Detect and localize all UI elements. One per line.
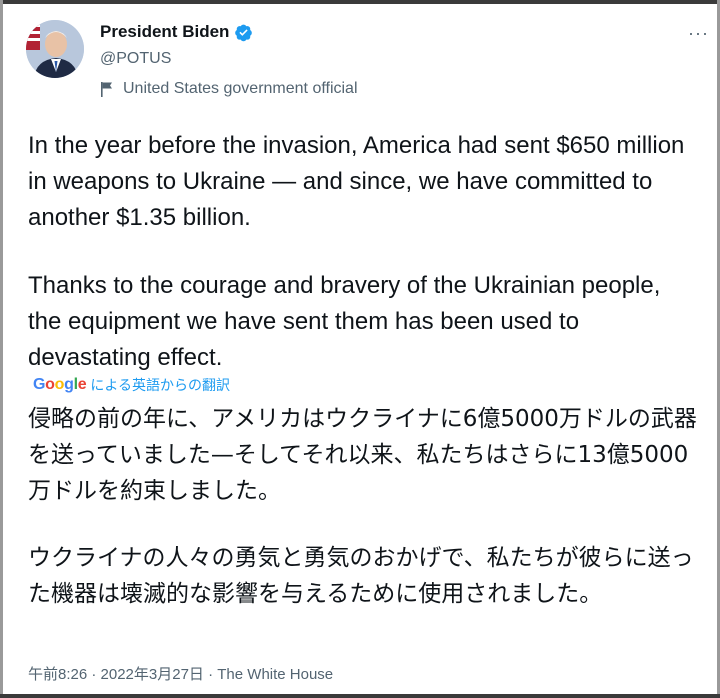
window-frame-left: [0, 0, 3, 698]
more-options-button[interactable]: ···: [688, 24, 709, 42]
avatar[interactable]: [26, 20, 84, 78]
verified-badge-icon: [234, 23, 253, 42]
government-label-text: United States government official: [123, 80, 358, 97]
translation-attribution[interactable]: Google による英語からの翻訳: [33, 375, 230, 395]
translated-paragraph: 侵略の前の年に、アメリカはウクライナに6億5000万ドルの武器を送っていました—…: [28, 406, 697, 504]
tweet-paragraph: In the year before the invasion, America…: [28, 132, 685, 231]
tweet-metadata: 午前8:26 · 2022年3月27日 · The White House: [28, 663, 333, 684]
avatar-photo: [26, 20, 84, 78]
google-logo: Google: [33, 376, 87, 393]
tweet-timestamp[interactable]: 午前8:26 · 2022年3月27日: [28, 666, 204, 683]
author-name-row: President Biden: [100, 22, 253, 42]
government-label[interactable]: United States government official: [100, 80, 358, 98]
author-handle[interactable]: @POTUS: [100, 50, 171, 68]
window-frame-top: [0, 0, 720, 4]
window-frame-bottom: [0, 694, 720, 698]
government-flag-icon: [100, 81, 114, 97]
translated-paragraph: ウクライナの人々の勇気と勇気のおかげで、私たちが彼らに送った機器は壊滅的な影響を…: [28, 545, 694, 607]
author-display-name[interactable]: President Biden: [100, 22, 229, 42]
meta-separator: ·: [203, 666, 218, 683]
tweet-paragraph: Thanks to the courage and bravery of the…: [28, 272, 661, 371]
translation-label[interactable]: による英語からの翻訳: [90, 375, 230, 395]
tweet-source[interactable]: The White House: [217, 666, 333, 683]
